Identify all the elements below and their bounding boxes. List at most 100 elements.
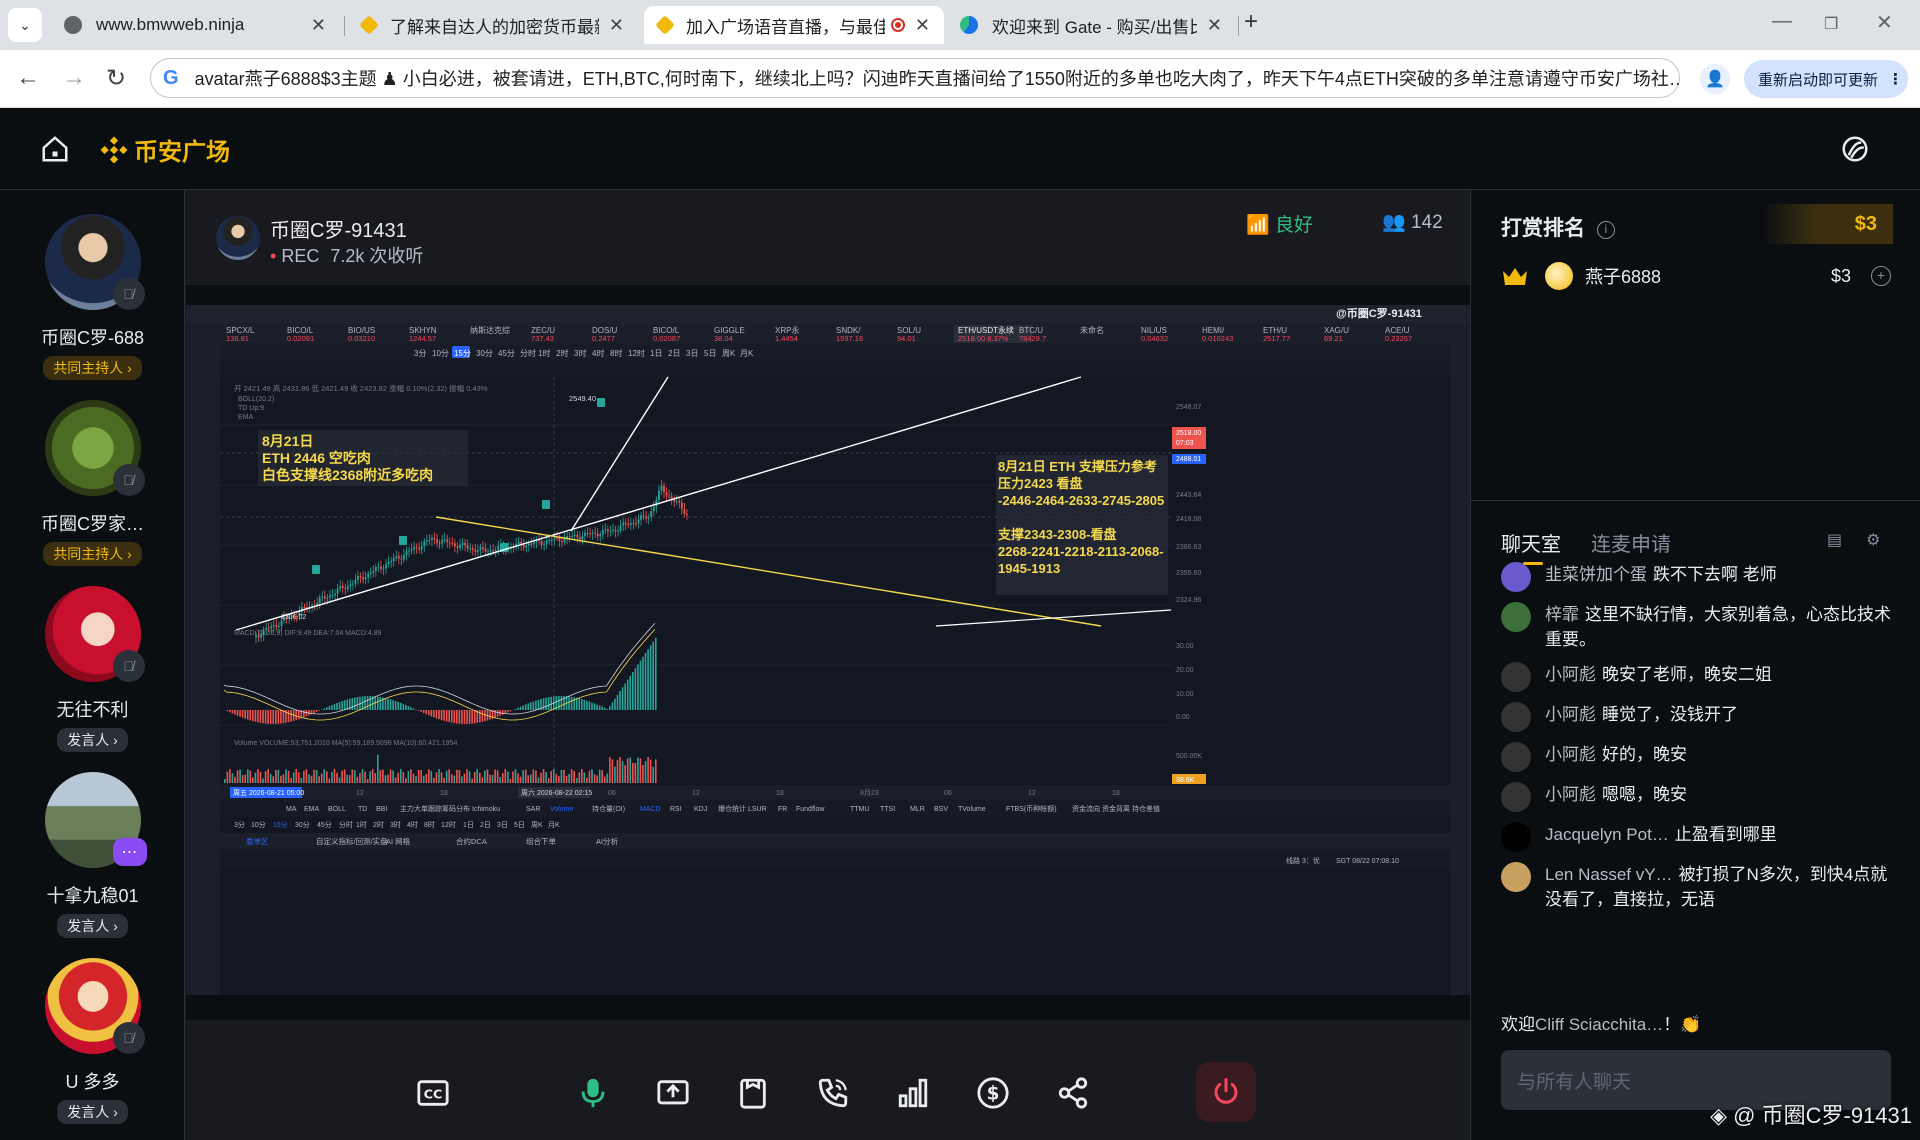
macd-axis-label: 30.00 bbox=[1176, 643, 1194, 650]
profile-avatar-icon[interactable]: 👤 bbox=[1700, 64, 1730, 94]
speaker-card[interactable]: 🎙̸ 币圈C罗家… 共同主持人 › bbox=[0, 400, 185, 566]
timeframe-button: 3日 bbox=[497, 821, 508, 829]
minimize-icon[interactable]: — bbox=[1772, 10, 1792, 33]
avatar[interactable] bbox=[1501, 602, 1531, 632]
speaker-role-badge[interactable]: 共同主持人 › bbox=[43, 542, 142, 566]
avatar[interactable] bbox=[1501, 782, 1531, 812]
microphone-icon[interactable] bbox=[576, 1076, 610, 1110]
host-name[interactable]: 币圈C罗-91431 bbox=[270, 214, 407, 243]
candle-body bbox=[675, 501, 678, 503]
tab-search-button[interactable]: ⌄ bbox=[8, 8, 42, 42]
chat-username[interactable]: Jacquelyn Pot… bbox=[1545, 825, 1669, 844]
chat-username[interactable]: 小阿彪 bbox=[1545, 745, 1596, 764]
globe-icon bbox=[64, 16, 82, 34]
candle-body bbox=[482, 546, 484, 549]
browser-tab-2[interactable]: 了解来自达人的加密货币最新资 ✕ bbox=[348, 6, 638, 44]
chat-username[interactable]: Len Nassef vY… bbox=[1545, 865, 1673, 884]
podcast-icon[interactable] bbox=[1840, 134, 1870, 164]
speaker-role-badge[interactable]: 发言人 › bbox=[57, 1100, 128, 1124]
more-dots-icon: ⋯ bbox=[112, 838, 147, 866]
forward-arrow-icon[interactable]: → bbox=[62, 64, 86, 92]
back-arrow-icon[interactable]: ← bbox=[16, 64, 40, 92]
close-icon[interactable]: ✕ bbox=[609, 15, 624, 36]
avatar[interactable] bbox=[1501, 702, 1531, 732]
info-icon[interactable]: i bbox=[1596, 221, 1615, 239]
avatar[interactable] bbox=[1501, 742, 1531, 772]
end-live-button[interactable] bbox=[1196, 1062, 1256, 1122]
speaker-card[interactable]: ⋯ 十拿九稳01 发言人 › bbox=[0, 772, 185, 938]
close-icon[interactable]: ✕ bbox=[311, 15, 326, 36]
browser-tab-1[interactable]: www.bmwweb.ninja ✕ bbox=[50, 6, 340, 44]
close-icon[interactable]: ✕ bbox=[915, 15, 930, 36]
speaker-card[interactable]: 🎙̸ 无往不利 发言人 › bbox=[0, 586, 185, 752]
ticker-tab-price: 1.4454 bbox=[775, 334, 798, 343]
chat-username[interactable]: 小阿彪 bbox=[1545, 705, 1596, 724]
volume-bar bbox=[649, 759, 652, 783]
avatar[interactable] bbox=[1501, 862, 1531, 892]
speaker-card[interactable]: 🎙̸ 币圈C罗-688 共同主持人 › bbox=[0, 214, 185, 380]
share-icon[interactable] bbox=[1056, 1076, 1090, 1110]
new-tab-plus-icon[interactable]: + bbox=[1244, 8, 1258, 36]
window-close-icon[interactable]: ✕ bbox=[1876, 10, 1893, 35]
url-omnibox[interactable]: G avatar燕子6888$3主题 ♟ 小白必进，被套请进，ETH,BTC,何… bbox=[150, 58, 1680, 98]
host-avatar[interactable] bbox=[216, 216, 260, 260]
phone-call-icon[interactable] bbox=[816, 1076, 850, 1110]
tab-chatroom[interactable]: 聊天室 bbox=[1501, 528, 1561, 565]
macd-histogram-bar bbox=[389, 699, 392, 710]
reload-icon[interactable]: ↻ bbox=[106, 64, 126, 93]
macd-histogram-bar bbox=[535, 700, 537, 710]
speaker-card[interactable]: 🎙̸ U 多多 发言人 › bbox=[0, 958, 185, 1124]
chat-username[interactable]: 梓霏 bbox=[1545, 605, 1579, 624]
home-icon[interactable] bbox=[40, 134, 70, 164]
share-screen-icon[interactable] bbox=[656, 1076, 690, 1110]
volume-bar bbox=[644, 761, 647, 783]
volume-bar bbox=[583, 772, 586, 783]
bar-chart-icon[interactable] bbox=[896, 1076, 930, 1110]
tab-mic-requests[interactable]: 连麦申请 bbox=[1591, 528, 1671, 557]
clipboard-icon[interactable] bbox=[736, 1076, 770, 1110]
indicator-toggle: TTSI bbox=[880, 806, 895, 813]
restore-icon[interactable]: ❐ bbox=[1824, 14, 1838, 34]
avatar[interactable] bbox=[1501, 662, 1531, 692]
right-panel: 打赏排名 i $3 燕子6888 $3 + 聊天室 连麦申请 ▤ ⚙ 韭菜饼加个… bbox=[1470, 190, 1920, 1140]
avatar[interactable] bbox=[1501, 822, 1531, 852]
avatar[interactable] bbox=[1501, 562, 1531, 592]
add-circle-icon[interactable]: + bbox=[1871, 266, 1891, 286]
indicator-toggle: FR bbox=[778, 806, 787, 813]
volume-bar bbox=[514, 769, 517, 783]
timeframe-button: 4时 bbox=[407, 820, 418, 829]
indicator-toggle: LSUR bbox=[748, 806, 767, 813]
chat-username[interactable]: 小阿彪 bbox=[1545, 665, 1596, 684]
macd-histogram-bar bbox=[318, 710, 320, 711]
network-status: 📶 良好 bbox=[1246, 215, 1313, 236]
annotation-text: 8月21日 ETH 支撑压力参考 bbox=[998, 459, 1157, 474]
tip-row[interactable]: 燕子6888 $3 + bbox=[1501, 256, 1891, 296]
speaker-role-badge[interactable]: 发言人 › bbox=[57, 914, 128, 938]
browser-tab-4[interactable]: 欢迎来到 Gate - 购买/出售比特 ✕ bbox=[946, 6, 1236, 44]
closed-caption-icon[interactable]: CC bbox=[416, 1076, 450, 1110]
close-icon[interactable]: ✕ bbox=[1207, 15, 1222, 36]
chat-username[interactable]: 小阿彪 bbox=[1545, 785, 1596, 804]
browser-update-button[interactable]: 重新启动即可更新 ⋮ bbox=[1744, 60, 1908, 98]
candle-body bbox=[540, 540, 543, 545]
macd-histogram-bar bbox=[654, 637, 657, 710]
volume-bar bbox=[236, 770, 239, 783]
listener-count[interactable]: 👥 142 bbox=[1382, 210, 1443, 234]
browser-address-bar: ← → ↻ G avatar燕子6888$3主题 ♟ 小白必进，被套请进，ETH… bbox=[0, 50, 1920, 108]
speaker-role-badge[interactable]: 共同主持人 › bbox=[43, 356, 142, 380]
notes-icon[interactable]: ▤ bbox=[1827, 530, 1842, 550]
browser-tab-3-active[interactable]: 加入广场语音直播，与最佳 ✕ bbox=[644, 6, 944, 44]
candle-body bbox=[517, 541, 520, 545]
brand-logo[interactable]: 币安广场 bbox=[100, 132, 230, 167]
timeframe-button: 12时 bbox=[441, 820, 456, 829]
macd-histogram-bar bbox=[601, 706, 603, 710]
volume-bar bbox=[272, 776, 275, 783]
speaker-role-badge[interactable]: 发言人 › bbox=[57, 728, 128, 752]
dollar-tip-icon[interactable]: $ bbox=[976, 1076, 1010, 1110]
volume-bar bbox=[377, 754, 379, 783]
macd-histogram-bar bbox=[471, 710, 473, 724]
binance-logo-icon: ◈ bbox=[1710, 1103, 1728, 1128]
candle-body bbox=[484, 548, 487, 552]
settings-icon[interactable]: ⚙ bbox=[1866, 530, 1880, 550]
chat-username[interactable]: 韭菜饼加个蛋 bbox=[1545, 565, 1647, 584]
